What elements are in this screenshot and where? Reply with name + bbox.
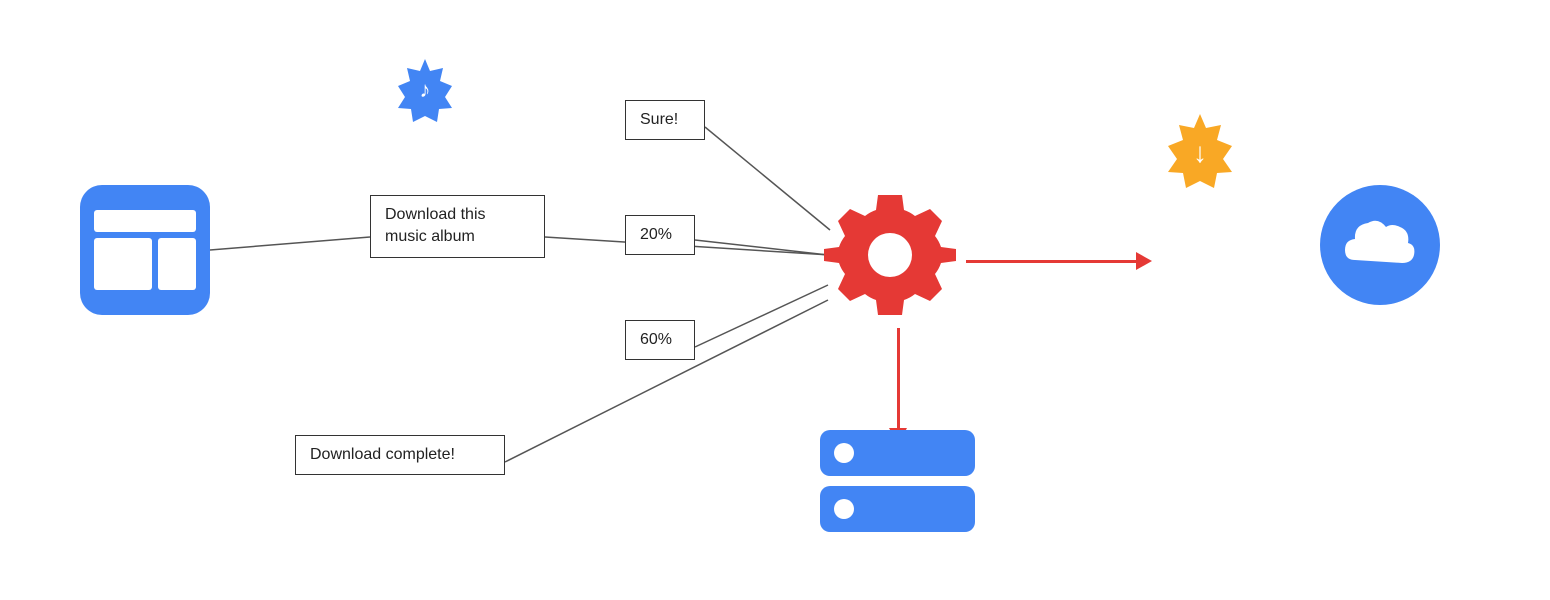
database-storage-icon [820, 430, 975, 532]
gear-to-database-arrow [889, 328, 907, 444]
diagram-canvas: ♪ Download this music album Sure! 20% 60… [0, 0, 1550, 600]
browser-top-bar [94, 210, 196, 232]
sure-response-box: Sure! [625, 100, 705, 140]
sixty-percent-text: 60% [640, 331, 672, 348]
arrow-vertical-line [897, 328, 900, 428]
cloud-svg [1340, 215, 1420, 275]
music-badge-svg: ♪ [390, 55, 460, 125]
sure-text: Sure! [640, 111, 678, 128]
download-text: Download this music album [385, 206, 486, 245]
database-row-2 [820, 486, 975, 532]
arrow-right-head [1136, 252, 1152, 270]
browser-bottom-row [94, 238, 196, 290]
database-dot-2 [834, 499, 854, 519]
browser-bottom-left [94, 238, 152, 290]
database-dot-1 [834, 443, 854, 463]
download-badge-svg: ↓ [1160, 110, 1240, 190]
cloud-storage-icon [1320, 185, 1440, 305]
browser-bottom-right [158, 238, 196, 290]
twenty-percent-text: 20% [640, 226, 672, 243]
download-request-box: Download this music album [370, 195, 545, 258]
download-badge-icon: ↓ [1160, 110, 1240, 190]
processing-gear-icon [820, 185, 960, 325]
browser-app-icon [80, 185, 210, 315]
download-complete-box: Download complete! [295, 435, 505, 475]
complete-text: Download complete! [310, 446, 455, 463]
svg-text:↓: ↓ [1193, 137, 1207, 168]
music-badge-icon: ♪ [390, 55, 460, 125]
gear-svg [820, 185, 960, 325]
progress-20-box: 20% [625, 215, 695, 255]
progress-60-box: 60% [625, 320, 695, 360]
arrow-horizontal-line [966, 260, 1136, 263]
database-row-1 [820, 430, 975, 476]
svg-text:♪: ♪ [420, 77, 431, 102]
connector-lines [0, 0, 1550, 600]
gear-to-cloud-arrow [966, 252, 1152, 270]
